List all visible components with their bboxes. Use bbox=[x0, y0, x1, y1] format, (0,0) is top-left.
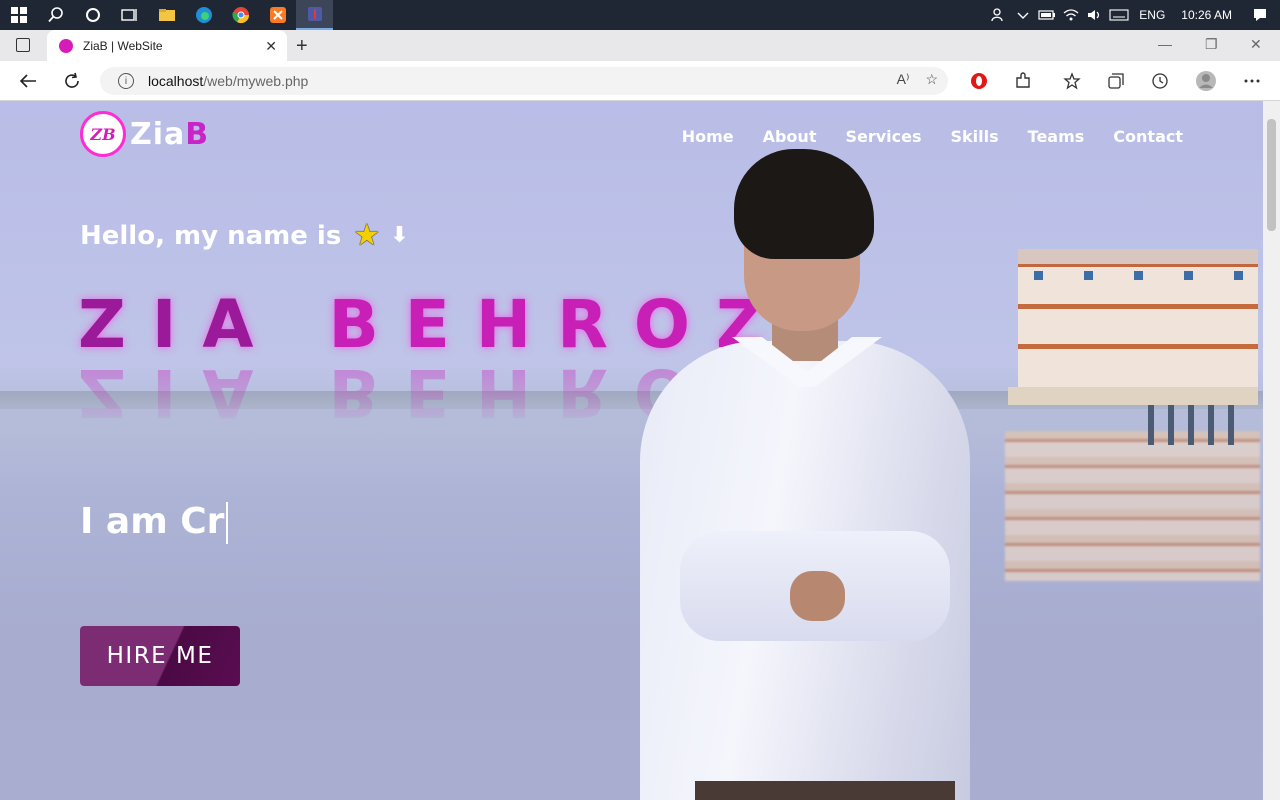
site-logo[interactable]: ZB ZiaB bbox=[80, 111, 209, 157]
close-tab-icon[interactable]: ✕ bbox=[265, 38, 277, 55]
history-icon[interactable] bbox=[1148, 69, 1172, 93]
restore-icon[interactable]: ❐ bbox=[1205, 36, 1218, 53]
greeting: Hello, my name is ★ ⬇ bbox=[80, 218, 409, 253]
greeting-text: Hello, my name is bbox=[80, 220, 342, 251]
notification-icon[interactable] bbox=[1240, 0, 1280, 30]
windows-taskbar: ENG 10:26 AM bbox=[0, 0, 1280, 30]
site-favicon-icon bbox=[59, 38, 73, 53]
tab-ziab[interactable]: ZiaB | WebSite ✕ bbox=[47, 30, 287, 61]
active-app-icon[interactable] bbox=[296, 0, 333, 30]
website-hero: ZB ZiaB Home About Services Skills Teams… bbox=[0, 101, 1280, 800]
scrollbar-thumb[interactable] bbox=[1267, 119, 1276, 231]
building-reflection bbox=[1005, 431, 1260, 581]
keyboard-icon[interactable] bbox=[1107, 0, 1131, 30]
nav-contact[interactable]: Contact bbox=[1113, 127, 1183, 146]
extensions-icon[interactable] bbox=[1011, 69, 1035, 93]
windows-start-icon[interactable] bbox=[0, 0, 37, 30]
refresh-icon[interactable] bbox=[60, 69, 84, 93]
opera-extension-icon[interactable] bbox=[967, 69, 991, 93]
url-field[interactable]: i localhost/web/myweb.php A⁾ ☆ bbox=[100, 67, 948, 95]
logo-text: ZiaB bbox=[130, 116, 210, 152]
minimize-icon[interactable]: — bbox=[1158, 36, 1172, 52]
tab-strip: ZiaB | WebSite ✕ + — ❐ ✕ bbox=[0, 30, 1280, 61]
typed-role-text: I am Cr bbox=[80, 501, 229, 544]
more-menu-icon[interactable] bbox=[1240, 69, 1264, 93]
collections-icon[interactable] bbox=[1104, 69, 1128, 93]
chevron-up-icon[interactable] bbox=[1011, 0, 1035, 30]
favorites-icon[interactable] bbox=[1060, 69, 1084, 93]
site-info-icon[interactable]: i bbox=[118, 73, 134, 89]
battery-icon[interactable] bbox=[1035, 0, 1059, 30]
people-icon[interactable] bbox=[987, 0, 1011, 30]
cortana-icon[interactable] bbox=[74, 0, 111, 30]
clock[interactable]: 10:26 AM bbox=[1173, 8, 1240, 22]
xampp-icon[interactable] bbox=[259, 0, 296, 30]
language-indicator[interactable]: ENG bbox=[1131, 8, 1173, 22]
logo-badge: ZB bbox=[80, 111, 126, 157]
back-icon[interactable] bbox=[16, 69, 40, 93]
hire-me-button[interactable]: HIRE ME bbox=[80, 626, 240, 686]
search-icon[interactable] bbox=[37, 0, 74, 30]
profile-avatar-icon[interactable] bbox=[1194, 69, 1218, 93]
url-host: localhost bbox=[148, 73, 204, 89]
url-path: /web/myweb.php bbox=[203, 73, 309, 89]
typing-caret bbox=[226, 502, 229, 544]
building-image bbox=[1008, 249, 1258, 445]
read-aloud-icon[interactable]: A⁾ bbox=[897, 71, 910, 88]
profile-photo bbox=[640, 141, 970, 800]
chrome-icon[interactable] bbox=[222, 0, 259, 30]
star-icon: ★ bbox=[353, 218, 381, 253]
file-explorer-icon[interactable] bbox=[148, 0, 185, 30]
new-tab-icon[interactable]: + bbox=[296, 35, 308, 58]
arrow-down-icon: ⬇ bbox=[390, 223, 409, 248]
tab-title: ZiaB | WebSite bbox=[83, 38, 163, 53]
nav-teams[interactable]: Teams bbox=[1028, 127, 1085, 146]
wifi-icon[interactable] bbox=[1059, 0, 1083, 30]
task-view-icon[interactable] bbox=[111, 0, 148, 30]
address-bar-row: i localhost/web/myweb.php A⁾ ☆ bbox=[0, 61, 1280, 101]
page-scrollbar[interactable] bbox=[1263, 101, 1280, 800]
close-window-icon[interactable]: ✕ bbox=[1250, 36, 1262, 53]
edge-browser-icon[interactable] bbox=[185, 0, 222, 30]
volume-icon[interactable] bbox=[1083, 0, 1107, 30]
favorite-add-icon[interactable]: ☆ bbox=[925, 71, 938, 88]
tab-actions-icon[interactable] bbox=[16, 38, 30, 52]
